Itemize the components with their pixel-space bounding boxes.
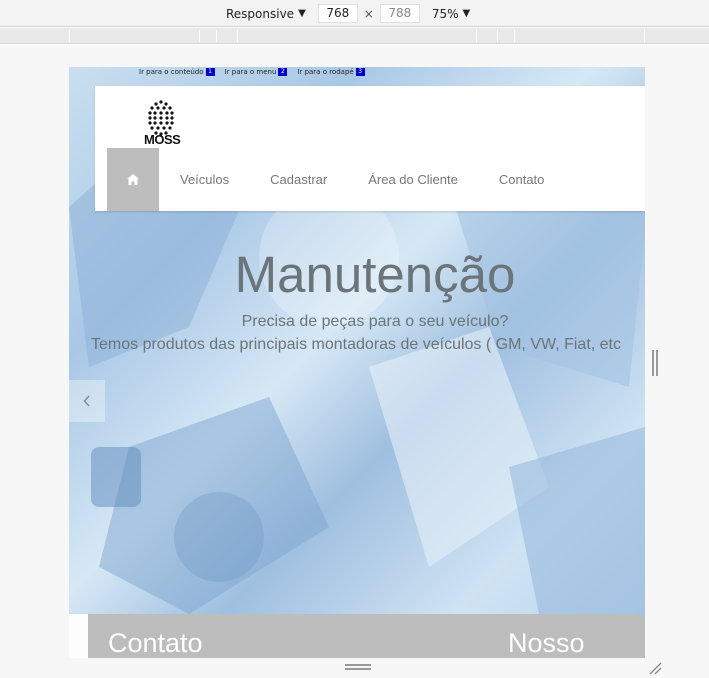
zoom-label: 75% [431,6,459,21]
skip-link-label: Ir para o conteúdo [139,68,204,76]
accesskey-badge: 3 [355,68,365,76]
accesskey-badge: 1 [205,68,215,76]
site-footer: Contato Nosso [69,614,645,658]
ruler-tick [644,30,645,42]
dropdown-arrow-icon: ▼ [462,8,471,19]
zoom-dropdown[interactable]: 75% ▼ [432,7,470,21]
main-nav: Veículos Cadastrar Área do Cliente Conta… [107,148,564,211]
dropdown-arrow-icon: ▼ [298,8,306,19]
ruler-tick [237,30,238,42]
skip-link-content[interactable]: Ir para o conteúdo 1 [139,68,215,76]
device-toolbar: Responsive ▼ 768 × 788 75% ▼ [0,0,709,27]
ruler-tick [216,30,217,42]
nav-item-cadastrar[interactable]: Cadastrar [270,172,327,187]
chevron-left-icon [83,395,90,407]
viewport-resize-corner-icon[interactable] [648,661,662,675]
home-icon [127,174,139,185]
viewport-resize-handle-right[interactable] [652,350,658,376]
emulated-viewport: Ir para o conteúdo 1 Ir para o menu 2 Ir… [69,67,645,658]
carousel-prev-button[interactable] [69,380,105,422]
hero-subtitle: Precisa de peças para o seu veículo? [241,313,509,330]
width-input[interactable]: 768 [317,4,358,23]
footer-heading-about: Nosso [508,628,585,658]
skip-link-label: Ir para o rodapé [297,68,354,76]
site-header: MOSS Veículos Cadastrar Área do Cliente … [95,86,645,211]
nav-item-contato[interactable]: Contato [499,172,545,187]
media-query-bar[interactable] [0,28,709,44]
skip-link-footer[interactable]: Ir para o rodapé 3 [297,68,365,76]
skip-links: Ir para o conteúdo 1 Ir para o menu 2 Ir… [139,68,365,76]
ruler-tick [514,30,515,42]
logo-text: MOSS [144,132,181,147]
nav-item-area-do-cliente[interactable]: Área do Cliente [368,172,458,187]
height-input[interactable]: 788 [379,4,420,23]
viewport-resize-handle-bottom[interactable] [345,664,371,670]
hero-title: Manutenção [234,246,516,303]
device-mode-dropdown[interactable]: Responsive ▼ [226,7,306,21]
ruler-tick [69,30,70,42]
ruler-tick [476,30,477,42]
skip-link-label: Ir para o menu [224,68,277,76]
footer-panel: Contato Nosso [88,614,645,658]
ruler-tick [497,30,498,42]
nav-home-button[interactable] [107,148,159,211]
hero-description: Temos produtos das principais montadoras… [91,336,621,353]
device-mode-label: Responsive [226,6,295,21]
footer-heading-contact: Contato [108,628,203,658]
dimension-separator: × [363,6,374,21]
nav-item-veiculos[interactable]: Veículos [180,172,229,187]
ruler-tick [199,30,200,42]
skip-link-menu[interactable]: Ir para o menu 2 [225,68,288,76]
accesskey-badge: 2 [278,68,288,76]
